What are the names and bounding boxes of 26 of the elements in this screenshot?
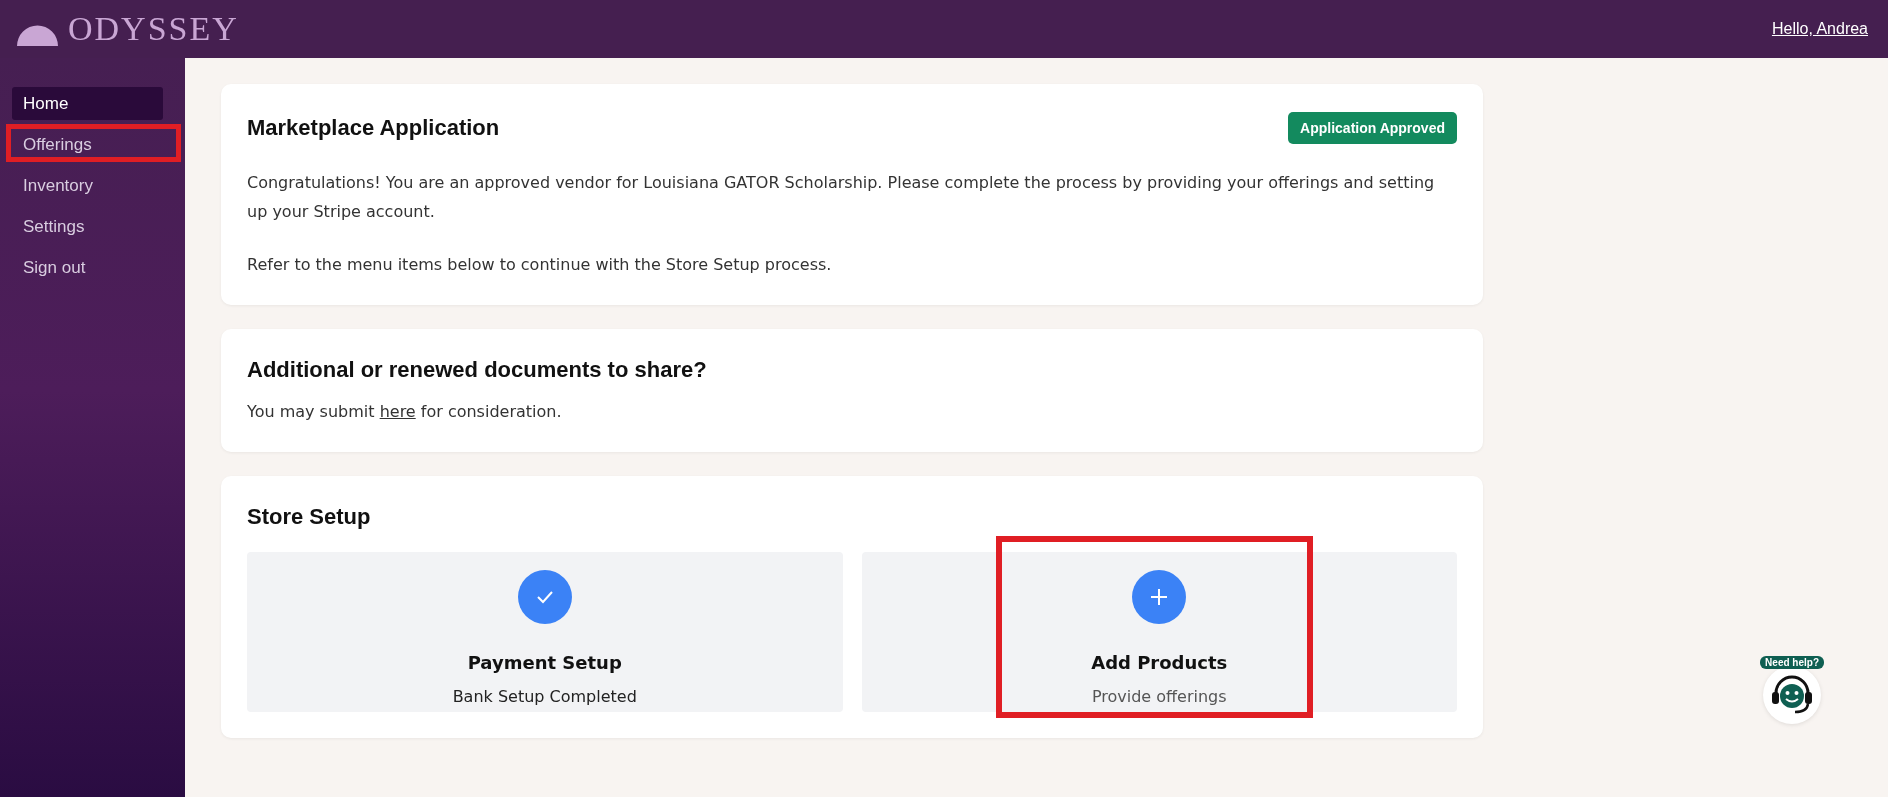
headset-smiley-icon (1771, 675, 1814, 715)
card-title: Additional or renewed documents to share? (247, 357, 708, 383)
sidebar-item[interactable]: Settings (12, 210, 163, 243)
setup-step-tile[interactable]: Add Products Provide offerings (861, 552, 1457, 712)
here-link[interactable]: here (379, 402, 416, 421)
checkmark-icon (535, 590, 554, 604)
documents-text: You may submit here for consideration. (247, 401, 563, 423)
sidebar-item[interactable]: Home (12, 87, 163, 120)
setup-step-tile[interactable]: Payment Setup Bank Setup Completed (247, 552, 843, 712)
user-greeting-link[interactable]: Hello, Andrea (1771, 20, 1868, 38)
sidebar-item[interactable]: Inventory (12, 169, 163, 202)
card-title: Marketplace Application (247, 115, 500, 141)
step-title: Payment Setup (467, 652, 622, 673)
card-title: Store Setup (247, 504, 372, 530)
status-badge: Application Approved (1288, 112, 1457, 144)
support-chat-button[interactable] (1763, 666, 1822, 724)
paragraph: Congratulations! You are an approved vendor for Louisiana GATOR Scholarship. Please complete the process by providing your offerings and setting up your Stripe account. (247, 172, 1436, 223)
help-label: Need help? (1760, 656, 1824, 669)
step-title: Add Products (1091, 652, 1228, 673)
sidebar-item[interactable]: Sign out (12, 251, 163, 284)
plus-icon (1149, 587, 1170, 607)
step-subtitle: Bank Setup Completed (452, 687, 637, 706)
sidebar-item[interactable]: Offerings (12, 128, 163, 161)
paragraph: Refer to the menu items below to continue with the Store Setup process. (247, 254, 833, 276)
step-subtitle: Provide offerings (1091, 687, 1227, 706)
logo-text: ODYSSEY (68, 12, 239, 46)
